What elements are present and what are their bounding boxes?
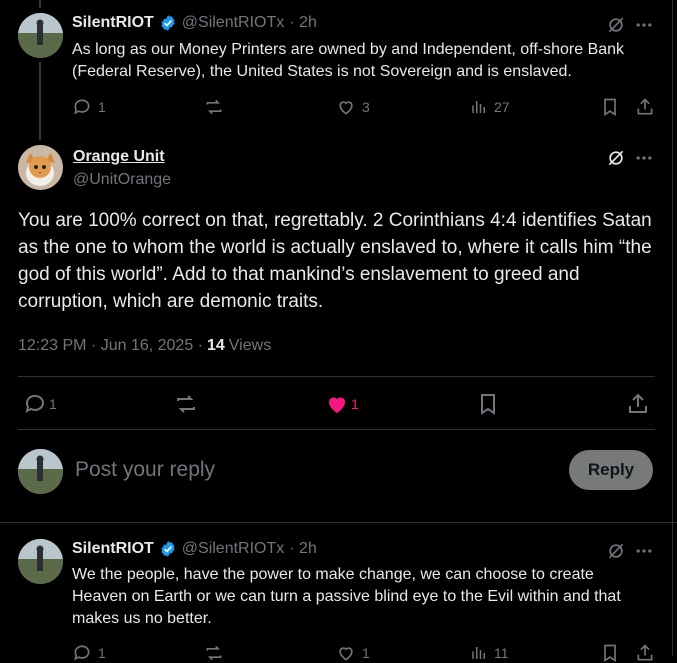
share-icon[interactable]: [626, 392, 650, 416]
post-text: As long as our Money Printers are owned …: [72, 41, 625, 80]
views-count: 27: [494, 99, 510, 115]
views-action[interactable]: 11: [470, 643, 509, 663]
reply-icon: [23, 392, 47, 416]
avatar-silentriot[interactable]: [18, 13, 63, 58]
views-count: 11: [494, 645, 509, 661]
main-author-handle[interactable]: @UnitOrange: [73, 171, 171, 189]
heart-icon: [336, 643, 356, 663]
thread-connector: [39, 0, 41, 8]
reply-count: 1: [98, 99, 106, 115]
post-time[interactable]: · 2h: [289, 540, 317, 558]
reply-icon: [72, 97, 92, 117]
main-post-text: You are 100% correct on that, regrettabl…: [18, 210, 652, 312]
divider: [18, 376, 655, 377]
views-number: 14: [207, 337, 225, 354]
views-chart-icon: [470, 97, 488, 117]
reply-action[interactable]: 1: [23, 392, 57, 416]
grok-icon[interactable]: [606, 541, 626, 561]
bookmark-icon[interactable]: [476, 392, 500, 416]
like-count: 1: [351, 396, 359, 412]
author-handle[interactable]: @SilentRIOTx: [182, 14, 284, 32]
composer-avatar: [18, 449, 63, 494]
like-action[interactable]: 1: [325, 392, 359, 416]
post-time[interactable]: · 2h: [289, 14, 317, 32]
repost-icon: [204, 97, 224, 117]
repost-icon: [174, 392, 198, 416]
bookmark-icon[interactable]: [600, 643, 620, 663]
more-options-icon[interactable]: [634, 148, 654, 168]
more-options-icon[interactable]: [634, 15, 654, 35]
reply-action[interactable]: 1: [72, 97, 106, 117]
divider: [0, 522, 677, 523]
more-options-icon[interactable]: [634, 541, 654, 561]
repost-action[interactable]: [204, 643, 224, 663]
divider: [18, 429, 655, 430]
share-icon[interactable]: [635, 643, 655, 663]
main-author-name[interactable]: Orange Unit: [73, 148, 165, 166]
heart-filled-icon: [325, 392, 349, 416]
right-border: [672, 0, 673, 656]
post-meta: 12:23 PM · Jun 16, 2025 · 14 Views: [18, 337, 271, 355]
post-header: SilentRIOT @SilentRIOTx · 2h: [72, 540, 317, 558]
reply-count: 1: [49, 396, 57, 412]
repost-action[interactable]: [204, 97, 224, 117]
post-timestamp[interactable]: 12:23 PM · Jun 16, 2025 ·: [18, 337, 203, 355]
reply-icon: [72, 643, 92, 663]
grok-icon[interactable]: [606, 148, 626, 168]
heart-icon: [336, 97, 356, 117]
author-name[interactable]: SilentRIOT: [72, 540, 154, 558]
reply-input[interactable]: Post your reply: [75, 458, 555, 482]
views-label: Views: [228, 337, 272, 354]
author-handle[interactable]: @SilentRIOTx: [182, 540, 284, 558]
repost-icon: [204, 643, 224, 663]
share-icon[interactable]: [635, 97, 655, 117]
author-name[interactable]: SilentRIOT: [72, 14, 154, 32]
post-text: We the people, have the power to make ch…: [72, 566, 621, 627]
like-action[interactable]: 1: [336, 643, 370, 663]
like-count: 1: [362, 645, 370, 661]
thread-connector: [39, 62, 41, 140]
views-action[interactable]: 27: [470, 97, 510, 117]
reply-button[interactable]: Reply: [569, 450, 653, 490]
reply-count: 1: [98, 645, 106, 661]
avatar-silentriot[interactable]: [18, 539, 63, 584]
like-action[interactable]: 3: [336, 97, 370, 117]
views-chart-icon: [470, 643, 488, 663]
like-count: 3: [362, 99, 370, 115]
verified-badge-icon: [159, 14, 177, 32]
post-header: SilentRIOT @SilentRIOTx · 2h: [72, 14, 317, 32]
avatar-orange-unit[interactable]: [18, 145, 63, 190]
verified-badge-icon: [159, 540, 177, 558]
reply-action[interactable]: 1: [72, 643, 106, 663]
grok-icon[interactable]: [606, 15, 626, 35]
bookmark-icon[interactable]: [600, 97, 620, 117]
repost-action[interactable]: [174, 392, 198, 416]
